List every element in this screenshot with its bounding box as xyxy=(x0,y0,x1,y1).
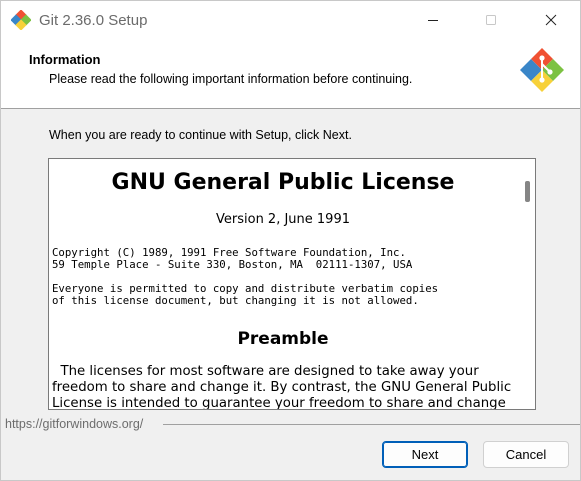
maximize-button xyxy=(462,1,520,39)
footer-divider xyxy=(163,424,580,425)
close-icon xyxy=(545,14,557,26)
cancel-button[interactable]: Cancel xyxy=(483,441,569,468)
license-title: GNU General Public License xyxy=(111,170,455,195)
scrollbar-thumb[interactable] xyxy=(525,181,530,202)
git-logo-icon xyxy=(11,10,31,30)
license-scrollbar[interactable] xyxy=(521,161,533,407)
close-button[interactable] xyxy=(522,1,580,39)
window-title: Git 2.36.0 Setup xyxy=(39,12,148,29)
maximize-icon xyxy=(486,15,496,25)
license-text-box[interactable]: GNU General Public License Version 2, Ju… xyxy=(48,158,536,410)
page-title: Information xyxy=(29,52,101,67)
minimize-button[interactable] xyxy=(404,1,462,39)
page-subtitle: Please read the following important info… xyxy=(49,72,413,86)
website-link[interactable]: https://gitforwindows.org/ xyxy=(5,417,143,431)
next-button[interactable]: Next xyxy=(382,441,468,468)
title-bar[interactable]: Git 2.36.0 Setup xyxy=(1,1,580,39)
permission-line: of this license document, but changing i… xyxy=(52,294,419,307)
copyright-line: 59 Temple Place - Suite 330, Boston, MA … xyxy=(52,258,413,271)
preamble-heading: Preamble xyxy=(237,329,329,349)
license-content: GNU General Public License Version 2, Ju… xyxy=(52,159,518,409)
git-logo-icon xyxy=(520,48,564,92)
setup-window: Git 2.36.0 Setup Information Please read… xyxy=(0,0,581,481)
preamble-line: The licenses for most software are desig… xyxy=(52,364,479,379)
preamble-line: License is intended to guarantee your fr… xyxy=(52,396,506,409)
minimize-icon xyxy=(428,20,438,21)
page-header: Information Please read the following im… xyxy=(1,39,580,109)
license-version: Version 2, June 1991 xyxy=(216,212,350,227)
intro-text: When you are ready to continue with Setu… xyxy=(49,128,352,142)
preamble-line: freedom to share and change it. By contr… xyxy=(52,380,512,395)
